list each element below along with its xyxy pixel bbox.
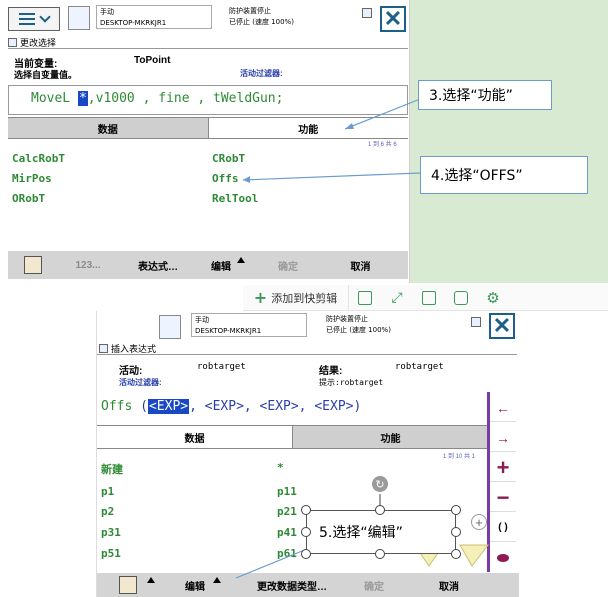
callout-arrow-edit xyxy=(235,548,308,579)
resize-handle-icon[interactable] xyxy=(301,549,311,559)
resize-handle-icon[interactable] xyxy=(451,549,461,559)
resize-handle-icon[interactable] xyxy=(301,505,311,515)
add-element-icon[interactable]: + xyxy=(471,514,487,530)
resize-handle-icon[interactable] xyxy=(451,505,461,515)
yellow-shape xyxy=(459,544,490,567)
resize-handle-icon[interactable] xyxy=(375,549,385,559)
callout-select-edit-text: 5.选择“编辑” xyxy=(319,525,403,541)
resize-handle-icon[interactable] xyxy=(375,505,385,515)
rotate-icon[interactable]: ↻ xyxy=(372,476,388,492)
resize-handle-icon[interactable] xyxy=(301,527,311,537)
callout-select-edit: 5.选择“编辑” xyxy=(306,510,456,554)
resize-handle-icon[interactable] xyxy=(451,527,461,537)
